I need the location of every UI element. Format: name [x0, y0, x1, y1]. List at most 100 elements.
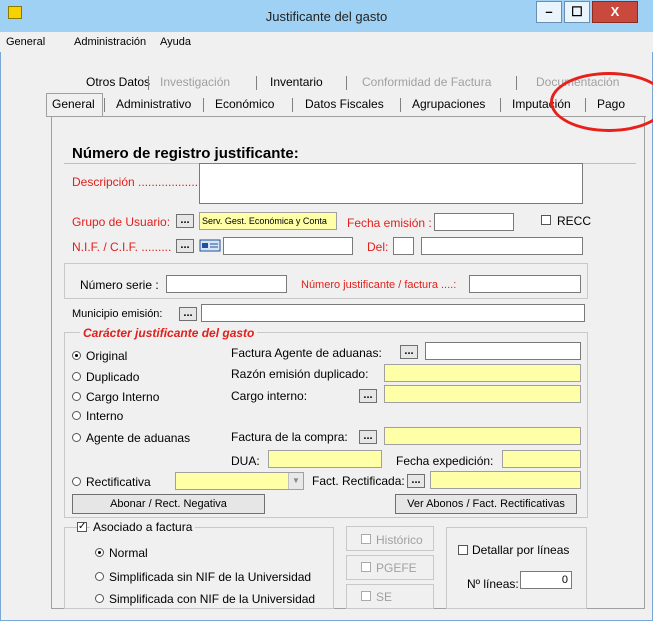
cargo-interno-input[interactable]	[384, 385, 581, 403]
tab-administrativo[interactable]: Administrativo	[116, 97, 191, 111]
detallar-checkbox[interactable]	[458, 545, 468, 555]
municipio-lookup-button[interactable]: ...	[179, 307, 197, 321]
tab-separator	[148, 76, 149, 90]
menu-general[interactable]: General	[6, 36, 45, 48]
del-input-b[interactable]	[421, 237, 583, 255]
tab-otros-datos[interactable]: Otros Datos	[86, 75, 150, 89]
razon-duplicado-label: Razón emisión duplicado:	[231, 367, 369, 381]
tercero-icon[interactable]	[199, 238, 221, 254]
radio-interno[interactable]	[72, 411, 81, 420]
municipio-label: Municipio emisión:	[72, 308, 163, 320]
cargo-interno-label: Cargo Interno	[86, 390, 160, 404]
nif-input[interactable]	[223, 237, 353, 255]
radio-agente-aduanas[interactable]	[72, 433, 81, 442]
tab-general[interactable]: General	[52, 97, 95, 111]
tab-separator	[516, 76, 517, 90]
factura-compra-lookup-button[interactable]: ...	[359, 430, 377, 444]
menu-administracion[interactable]: Administración	[74, 36, 146, 48]
radio-simplificada-sin-nif[interactable]	[95, 572, 104, 581]
normal-label: Normal	[109, 546, 148, 560]
tab-separator	[104, 98, 105, 112]
factura-compra-input[interactable]	[384, 427, 581, 445]
tab-separator	[400, 98, 401, 112]
del-input-a[interactable]	[393, 237, 414, 255]
tab-separator	[500, 98, 501, 112]
cargo-interno-field-label: Cargo interno:	[231, 389, 308, 403]
numero-serie-label: Número serie :	[80, 278, 159, 292]
cargo-interno-lookup-button[interactable]: ...	[359, 389, 377, 403]
maximize-button[interactable]: ☐	[564, 1, 590, 23]
tab-investigacion[interactable]: Investigación	[160, 75, 230, 89]
chevron-down-icon[interactable]: ▼	[288, 473, 303, 489]
interno-label: Interno	[86, 409, 124, 423]
factura-agente-label: Factura Agente de aduanas:	[231, 346, 382, 360]
ver-abonos-button[interactable]: Ver Abonos / Fact. Rectificativas	[395, 494, 577, 514]
se-checkbox[interactable]	[361, 591, 371, 601]
radio-simplificada-con-nif[interactable]	[95, 594, 104, 603]
recc-checkbox[interactable]	[541, 215, 551, 225]
fecha-expedicion-label: Fecha expedición:	[396, 454, 494, 468]
descripcion-input[interactable]	[199, 163, 583, 204]
tab-conformidad-factura[interactable]: Conformidad de Factura	[362, 75, 491, 89]
numero-justificante-label: Número justificante / factura ....:	[301, 279, 457, 291]
radio-rectificativa[interactable]	[72, 477, 81, 486]
fecha-expedicion-input[interactable]	[502, 450, 581, 468]
menu-ayuda[interactable]: Ayuda	[160, 36, 191, 48]
fact-rectificada-label: Fact. Rectificada:	[312, 474, 405, 488]
se-label: SE	[376, 590, 393, 604]
radio-cargo-interno[interactable]	[72, 392, 81, 401]
simplificada-sin-nif-label: Simplificada sin NIF de la Universidad	[109, 570, 312, 584]
nlineas-label: Nº líneas:	[467, 577, 519, 591]
razon-duplicado-input[interactable]	[384, 364, 581, 382]
registro-header: Número de registro justificante:	[72, 145, 299, 162]
pgefe-checkbox[interactable]	[361, 562, 371, 572]
original-label: Original	[86, 349, 128, 363]
asociado-checkbox[interactable]: ✓	[77, 522, 87, 532]
tab-datos-fiscales[interactable]: Datos Fiscales	[305, 97, 384, 111]
historico-checkbox[interactable]	[361, 534, 371, 544]
radio-duplicado[interactable]	[72, 372, 81, 381]
close-button[interactable]: X	[592, 1, 638, 23]
tab-separator	[292, 98, 293, 112]
municipio-input[interactable]	[201, 304, 585, 322]
factura-agente-input[interactable]	[425, 342, 581, 360]
fecha-emision-label: Fecha emisión :	[347, 216, 432, 230]
descripcion-label: Descripción ...................	[72, 175, 202, 189]
fact-rectificada-lookup-button[interactable]: ...	[407, 474, 425, 488]
nif-label: N.I.F. / C.I.F. .........	[72, 240, 172, 254]
grupo-usuario-lookup-button[interactable]: ...	[176, 214, 194, 228]
tab-economico[interactable]: Económico	[215, 97, 274, 111]
recc-label: RECC	[557, 214, 592, 228]
radio-normal[interactable]	[95, 548, 104, 557]
rectificativa-label: Rectificativa	[86, 475, 151, 489]
del-label: Del:	[367, 240, 389, 254]
tab-separator	[203, 98, 204, 112]
tab-separator	[346, 76, 347, 90]
dua-input[interactable]	[268, 450, 382, 468]
grupo-usuario-label: Grupo de Usuario:	[72, 215, 171, 229]
tab-inventario[interactable]: Inventario	[270, 75, 323, 89]
minimize-button[interactable]: –	[536, 1, 562, 23]
simplificada-con-nif-label: Simplificada con NIF de la Universidad	[109, 592, 316, 606]
numero-justificante-input[interactable]	[469, 275, 581, 293]
abonar-button[interactable]: Abonar / Rect. Negativa	[72, 494, 265, 514]
nlineas-input[interactable]: 0	[520, 571, 572, 589]
grupo-usuario-field[interactable]: Serv. Gest. Económica y Conta	[199, 212, 337, 230]
rectificativa-select[interactable]	[175, 472, 304, 490]
fact-rectificada-input[interactable]	[430, 471, 581, 489]
radio-original[interactable]	[72, 351, 81, 360]
factura-compra-label: Factura de la compra:	[231, 430, 348, 444]
tab-separator	[256, 76, 257, 90]
numero-serie-input[interactable]	[166, 275, 287, 293]
tab-agrupaciones[interactable]: Agrupaciones	[412, 97, 485, 111]
detallar-label: Detallar por líneas	[472, 543, 570, 557]
caracter-title: Carácter justificante del gasto	[80, 326, 258, 340]
dua-label: DUA:	[231, 454, 260, 468]
pgefe-label: PGEFE	[376, 561, 417, 575]
factura-agente-lookup-button[interactable]: ...	[400, 345, 418, 359]
lineas-group	[446, 527, 587, 609]
duplicado-label: Duplicado	[86, 370, 140, 384]
nif-lookup-button[interactable]: ...	[176, 239, 194, 253]
fecha-emision-input[interactable]	[434, 213, 514, 231]
historico-label: Histórico	[376, 533, 423, 547]
